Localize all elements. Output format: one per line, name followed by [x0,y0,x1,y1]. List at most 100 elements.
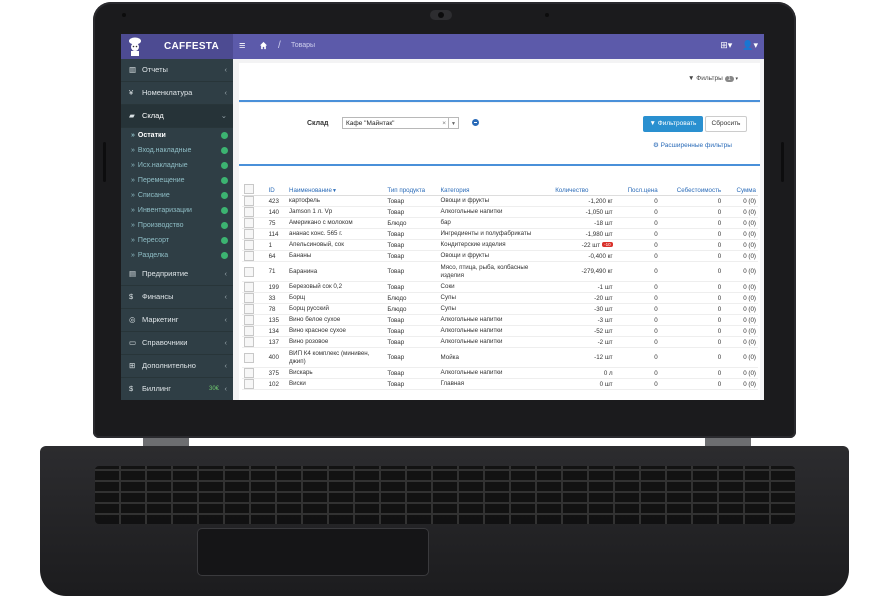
row-checkbox[interactable] [244,337,254,347]
row-select-cell [242,347,267,368]
help-icon[interactable] [221,207,228,214]
sidebar-item-warehouse[interactable]: ▰ Склад ⌄ [121,105,233,128]
row-checkbox[interactable] [244,251,254,261]
row-checkbox[interactable] [244,218,254,228]
col-sum[interactable]: Сумма [723,167,758,196]
user-menu-icon[interactable]: 👤▾ [742,40,758,51]
row-checkbox[interactable] [244,379,254,389]
row-checkbox[interactable] [244,196,254,206]
row-checkbox[interactable] [244,240,254,250]
menu-toggle-icon[interactable]: ≡ [239,40,245,52]
reset-button[interactable]: Сбросить [705,116,747,132]
quantity-value: -20 шт [594,294,613,302]
sidebar-item-label: Склад [142,111,164,120]
clear-icon[interactable]: × [442,118,446,130]
sidebar-subitem-outgoing[interactable]: » Исх.накладные [121,158,233,173]
col-quantity[interactable]: Количество [553,167,615,196]
table-row[interactable]: 199 Березовый сок 0,2 Товар Соки -1 шт 0 0 0 (0… [242,281,758,293]
chevron-left-icon: ‹ [224,338,228,347]
table-row[interactable]: 134 Вино красное сухое Товар Алкогольные на… [242,325,758,337]
table-row[interactable]: 75 Американо с молоком Блюдо бар -18 шт 0 0 0 (… [242,217,758,229]
col-id[interactable]: ID [266,167,288,196]
select-all-header[interactable] [242,167,267,196]
sidebar-item-label: Финансы [142,292,174,301]
cell-sum: 0 (0) [723,281,758,293]
sidebar-item-finance[interactable]: $ Финансы ‹ [121,286,233,309]
sidebar-subitem-inventory[interactable]: » Инвентаризации [121,203,233,218]
chevron-down-icon[interactable]: ▼ [448,118,458,128]
quantity-value: 0 шт [599,380,613,388]
apply-filter-button[interactable]: ▼ Фильтровать [643,116,703,132]
stock-table-panel: ID Наименование▼ Тип продукта Категория … [239,166,760,400]
sidebar-subitem-incoming[interactable]: » Вход.накладные [121,143,233,158]
help-icon[interactable] [221,192,228,199]
row-checkbox[interactable] [244,207,254,217]
cell-id: 102 [266,378,288,390]
help-icon[interactable] [221,222,228,229]
table-row[interactable]: 71 Баранина Товар Мясо, птица, рыба, колбас… [242,261,758,282]
row-checkbox[interactable] [244,326,254,336]
sidebar-item-references[interactable]: ▭ Справочники ‹ [121,332,233,355]
row-checkbox[interactable] [244,293,254,303]
cell-id: 134 [266,325,288,337]
col-category[interactable]: Категория [438,167,554,196]
row-checkbox[interactable] [244,315,254,325]
breadcrumb-current[interactable]: Товары [291,42,315,49]
row-checkbox[interactable] [244,229,254,239]
help-icon[interactable] [221,132,228,139]
remove-filter-icon[interactable] [472,119,479,126]
table-row[interactable]: 1 Апельсиновый, сок Товар Кондитерские изде… [242,239,758,251]
table-row[interactable]: 114 ананас конс. 565 г. Товар Ингредиенты и… [242,228,758,240]
sidebar-item-nomenclature[interactable]: ¥ Номенклатура ‹ [121,82,233,105]
sidebar-subitem-butchery[interactable]: » Разделка [121,248,233,263]
billing-balance: 30€ [208,386,219,392]
table-row[interactable]: 78 Борщ русский Блюдо Супы -30 шт 0 0 0 (0) [242,303,758,315]
row-checkbox[interactable] [244,304,254,314]
col-last-price[interactable]: Посл.цена [614,167,660,196]
filters-toggle[interactable]: ▼ Фильтры 1 ▾ [688,75,738,82]
table-row[interactable]: 64 Бананы Товар Овощи и фрукты -0,400 кг 0 0 0 … [242,250,758,262]
sidebar-subitem-transfer[interactable]: » Перемещение [121,173,233,188]
add-menu-icon[interactable]: ⊞▾ [720,40,732,51]
table-row[interactable]: 400 ВИП К4 комплекс (минивен, джип) Товар М… [242,347,758,368]
table-row[interactable]: 423 картофель Товар Овощи и фрукты -1,200 кг… [242,195,758,207]
advanced-filters-link[interactable]: ⚙ Расширенные фильтры [653,141,732,149]
sidebar-item-billing[interactable]: $ Биллинг 30€ ‹ [121,378,233,400]
quantity-value: -18 шт [594,219,613,227]
help-icon[interactable] [221,237,228,244]
table-row[interactable]: 375 Вискарь Товар Алкогольные напитки 0 л000… [242,367,758,379]
row-checkbox[interactable] [244,282,254,292]
help-icon[interactable] [221,162,228,169]
sidebar-item-marketing[interactable]: ◎ Маркетинг ‹ [121,309,233,332]
home-icon[interactable] [259,41,268,50]
brand-area[interactable]: CAFFESTA [121,34,233,59]
sidebar-subitem-stock[interactable]: » Остатки [121,128,233,143]
row-select-cell [242,217,267,229]
sidebar-subitem-production[interactable]: » Производство [121,218,233,233]
warehouse-select-value: Кафе "Майнтак" [346,120,395,127]
sidebar-subitem-regrade[interactable]: » Пересорт [121,233,233,248]
cell-id: 423 [266,195,288,207]
table-row[interactable]: 140 Jamson 1 л. Vp Товар Алкогольные напитк… [242,206,758,218]
col-cost[interactable]: Себестоимость [659,167,724,196]
table-row[interactable]: 33 Борщ Блюдо Супы -20 шт 0 0 0 (0) [242,292,758,304]
help-icon[interactable] [221,252,228,259]
row-checkbox[interactable] [244,352,254,363]
sidebar-item-enterprise[interactable]: ▤ Предприятие ‹ [121,263,233,286]
select-all-checkbox[interactable] [244,184,254,194]
col-type[interactable]: Тип продукта [385,167,439,196]
cell-name: Виски [287,378,386,390]
sidebar-item-reports[interactable]: ▥ Отчеты ‹ [121,59,233,82]
sidebar-subitem-writeoff[interactable]: » Списание [121,188,233,203]
sidebar-item-additional[interactable]: ⊞ Дополнительно ‹ [121,355,233,378]
row-checkbox[interactable] [244,368,254,378]
table-row[interactable]: 135 Вино белое сухое Товар Алкогольные напи… [242,314,758,326]
help-icon[interactable] [221,177,228,184]
row-checkbox[interactable] [244,266,254,277]
help-icon[interactable] [221,147,228,154]
table-row[interactable]: 137 Вино розовое Товар Алкогольные напитки -… [242,336,758,348]
warehouse-select[interactable]: Кафе "Майнтак" × ▼ [342,117,459,129]
table-row[interactable]: 102 Виски Товар Главная 0 шт 0 0 0 (0) [242,378,758,390]
col-name[interactable]: Наименование▼ [287,167,386,196]
filters-count-badge: 1 [724,76,734,82]
